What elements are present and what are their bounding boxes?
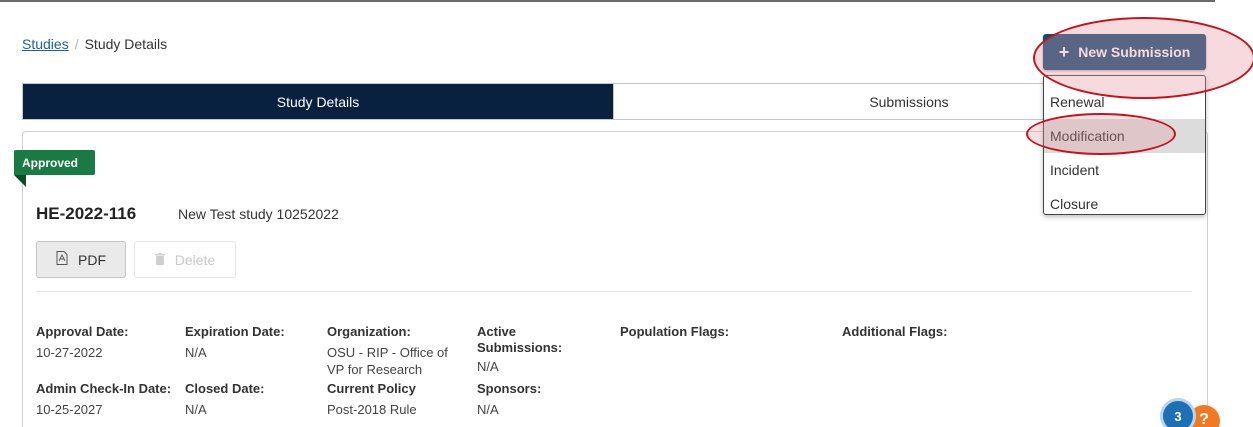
expiration-date-field: Expiration Date: N/A — [185, 324, 315, 361]
top-border — [0, 0, 1215, 2]
trash-icon — [154, 252, 165, 268]
closed-date-field: Closed Date: N/A — [185, 381, 315, 418]
delete-button-label: Delete — [174, 251, 216, 268]
highlight-modification — [1026, 113, 1176, 155]
menu-item-closure[interactable]: Closure — [1044, 187, 1205, 221]
population-flags-label: Population Flags: — [620, 324, 730, 339]
current-policy-value: Post-2018 Rule — [327, 402, 417, 417]
admin-checkin-date-field: Admin Check-In Date: 10-25-2027 — [36, 381, 181, 418]
delete-button[interactable]: Delete — [134, 241, 236, 278]
pdf-file-icon — [56, 251, 68, 268]
additional-flags-field: Additional Flags: — [842, 324, 1022, 340]
sponsors-label: Sponsors: — [477, 381, 542, 396]
section-divider — [36, 291, 1192, 292]
closed-date-value: N/A — [185, 402, 207, 417]
highlight-new-submission — [1033, 17, 1253, 99]
breadcrumb-separator: / — [74, 36, 79, 52]
approval-date-field: Approval Date: 10-27-2022 — [36, 324, 176, 361]
population-flags-field: Population Flags: — [620, 324, 800, 340]
breadcrumb: Studies / Study Details — [22, 36, 167, 52]
expiration-date-value: N/A — [185, 345, 207, 360]
approval-date-label: Approval Date: — [36, 324, 129, 339]
expiration-date-label: Expiration Date: — [185, 324, 285, 339]
tab-bar: Study Details Submissions — [22, 83, 1205, 120]
status-badge-fold — [14, 175, 26, 187]
study-title: New Test study 10252022 — [178, 206, 339, 222]
notification-count-badge[interactable]: 3 — [1163, 401, 1193, 427]
admin-checkin-date-label: Admin Check-In Date: — [36, 381, 172, 396]
breadcrumb-current: Study Details — [84, 36, 168, 52]
tab-study-details[interactable]: Study Details — [23, 84, 613, 119]
current-policy-label: Current Policy — [327, 381, 416, 396]
closed-date-label: Closed Date: — [185, 381, 265, 396]
active-submissions-field: Active Submissions: N/A — [477, 324, 587, 375]
pdf-button-label: PDF — [78, 251, 106, 268]
pdf-button[interactable]: PDF — [36, 241, 126, 278]
approval-date-value: 10-27-2022 — [36, 345, 103, 360]
sponsors-field: Sponsors: N/A — [477, 381, 587, 418]
active-submissions-label: Active Submissions: — [477, 324, 563, 355]
organization-label: Organization: — [327, 324, 411, 339]
admin-checkin-date-value: 10-25-2027 — [36, 402, 103, 417]
current-policy-field: Current Policy Post-2018 Rule — [327, 381, 462, 418]
organization-field: Organization: OSU - RIP - Office of VP f… — [327, 324, 462, 378]
additional-flags-label: Additional Flags: — [842, 324, 948, 339]
active-submissions-value: N/A — [477, 359, 499, 374]
menu-item-incident[interactable]: Incident — [1044, 153, 1205, 187]
study-id: HE-2022-116 — [36, 204, 137, 223]
sponsors-value: N/A — [477, 402, 499, 417]
breadcrumb-studies-link[interactable]: Studies — [22, 36, 69, 52]
organization-value: OSU - RIP - Office of VP for Research — [327, 345, 448, 377]
status-badge: Approved — [14, 150, 95, 175]
